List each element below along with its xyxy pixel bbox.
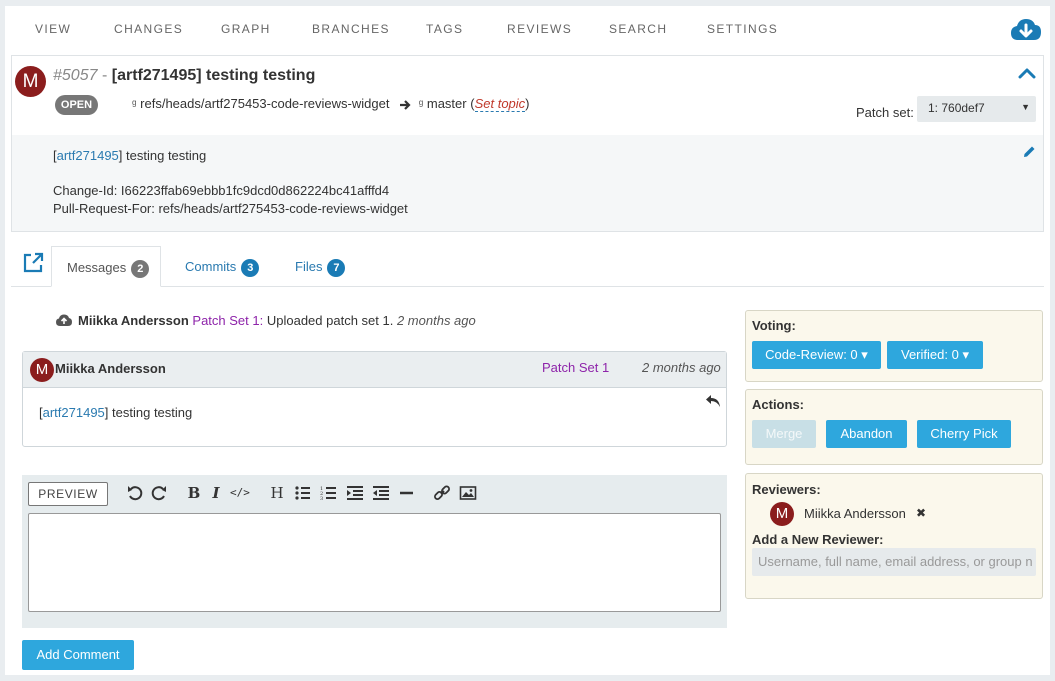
comment-editor: PREVIEW B I </> H 123 bbox=[22, 475, 727, 628]
redo-icon[interactable] bbox=[150, 484, 168, 502]
source-ref[interactable]: refs/heads/artf275453-code-reviews-widge… bbox=[140, 96, 389, 111]
code-review-button[interactable]: Code-Review: 0 ▾ bbox=[752, 341, 881, 369]
ref-link[interactable]: artf271495 bbox=[43, 405, 105, 420]
actions-panel: Actions: Merge Abandon Cherry Pick bbox=[745, 389, 1043, 465]
numbered-list-icon[interactable]: 123 bbox=[320, 484, 338, 502]
status-badge: OPEN bbox=[55, 95, 98, 115]
change-title: #5057 - [artf271495] testing testing bbox=[53, 67, 315, 85]
owner-avatar: M bbox=[15, 66, 46, 97]
message-time: 2 months ago bbox=[642, 360, 721, 375]
link-icon[interactable] bbox=[433, 484, 451, 502]
indent-icon[interactable] bbox=[346, 484, 364, 502]
change-id: Change-Id: I66223ffab69ebbb1fc9dcd0d8622… bbox=[53, 183, 390, 198]
change-header: M #5057 - [artf271495] testing testing O… bbox=[11, 55, 1044, 232]
title-separator: - bbox=[101, 67, 108, 84]
cloud-upload-icon bbox=[56, 314, 72, 326]
nav-reviews[interactable]: REVIEWS bbox=[507, 22, 572, 36]
set-topic-link[interactable]: Set topic bbox=[474, 96, 526, 112]
messages-count: 2 bbox=[131, 260, 150, 278]
reviewers-title: Reviewers: bbox=[752, 482, 821, 497]
merge-button: Merge bbox=[752, 420, 816, 448]
branch-icon: ᵍ bbox=[132, 97, 137, 111]
tab-commits[interactable]: Commits 3 bbox=[185, 246, 260, 287]
reviewer-name: Miikka Andersson bbox=[804, 506, 906, 521]
event-author: Miikka Andersson bbox=[78, 313, 189, 328]
app-frame: VIEW CHANGES GRAPH BRANCHES TAGS REVIEWS… bbox=[5, 6, 1050, 675]
commit-message: [artf271495] testing testing Change-Id: … bbox=[12, 135, 1043, 231]
nav-changes[interactable]: CHANGES bbox=[114, 22, 183, 36]
message-body: [artf271495] testing testing bbox=[39, 405, 193, 420]
pull-request-for: Pull-Request-For: refs/heads/artf275453-… bbox=[53, 201, 408, 216]
bullet-list-icon[interactable] bbox=[294, 484, 312, 502]
top-nav: VIEW CHANGES GRAPH BRANCHES TAGS REVIEWS… bbox=[5, 6, 1050, 54]
cherry-pick-button[interactable]: Cherry Pick bbox=[917, 420, 1011, 448]
cloud-download-icon[interactable] bbox=[1010, 16, 1042, 44]
reviewers-panel: Reviewers: M Miikka Andersson ✖ Add a Ne… bbox=[745, 473, 1043, 599]
nav-settings[interactable]: SETTINGS bbox=[707, 22, 778, 36]
files-count: 7 bbox=[327, 259, 346, 277]
caret-down-icon: ▾ bbox=[861, 347, 868, 362]
svg-text:3: 3 bbox=[320, 496, 323, 502]
avatar: M bbox=[770, 502, 794, 526]
reply-icon[interactable] bbox=[705, 394, 721, 408]
change-subject: [artf271495] testing testing bbox=[111, 67, 316, 84]
tab-files[interactable]: Files 7 bbox=[295, 246, 346, 287]
verified-button[interactable]: Verified: 0 ▾ bbox=[887, 341, 983, 369]
branch-info: ᵍ refs/heads/artf275453-code-reviews-wid… bbox=[132, 96, 530, 112]
nav-view[interactable]: VIEW bbox=[35, 22, 71, 36]
horizontal-rule-icon[interactable] bbox=[398, 484, 416, 502]
bold-icon[interactable]: B bbox=[185, 484, 203, 502]
branch-icon: ᵍ bbox=[418, 97, 424, 111]
caret-down-icon: ▾ bbox=[962, 347, 969, 362]
caret-down-icon: ▼ bbox=[1021, 102, 1030, 112]
external-link-icon[interactable] bbox=[22, 252, 44, 274]
event-line: Miikka Andersson Patch Set 1: Uploaded p… bbox=[56, 313, 476, 328]
abandon-button[interactable]: Abandon bbox=[826, 420, 907, 448]
outdent-icon[interactable] bbox=[372, 484, 390, 502]
patchset-select[interactable]: 1: 760def7 ▼ bbox=[917, 96, 1036, 122]
event-text: Uploaded patch set 1. bbox=[266, 313, 394, 328]
event-patchset: Patch Set 1: bbox=[192, 313, 264, 328]
ref-link[interactable]: artf271495 bbox=[57, 148, 119, 163]
message-card: M Miikka Andersson Patch Set 1 2 months … bbox=[22, 351, 727, 447]
target-ref[interactable]: master bbox=[427, 96, 467, 111]
commits-count: 3 bbox=[241, 259, 260, 277]
message-header: M Miikka Andersson Patch Set 1 2 months … bbox=[23, 352, 726, 388]
nav-branches[interactable]: BRANCHES bbox=[312, 22, 390, 36]
add-comment-button[interactable]: Add Comment bbox=[22, 640, 134, 670]
italic-icon[interactable]: I bbox=[207, 484, 225, 502]
reviewer-search-input[interactable]: Username, full name, email address, or g… bbox=[752, 548, 1036, 576]
message-author: Miikka Andersson bbox=[55, 361, 166, 376]
arrow-right-icon bbox=[400, 99, 411, 110]
tab-bar: Messages 2 Commits 3 Files 7 bbox=[11, 240, 1044, 287]
voting-title: Voting: bbox=[752, 318, 796, 333]
patchset-label: Patch set: bbox=[856, 105, 914, 120]
preview-button[interactable]: PREVIEW bbox=[28, 482, 108, 506]
change-number: #5057 bbox=[53, 67, 98, 84]
commit-title: [artf271495] testing testing bbox=[53, 148, 207, 163]
patchset-value: 1: 760def7 bbox=[928, 101, 985, 115]
code-icon[interactable]: </> bbox=[230, 484, 250, 502]
avatar: M bbox=[30, 358, 54, 382]
nav-search[interactable]: SEARCH bbox=[609, 22, 667, 36]
nav-graph[interactable]: GRAPH bbox=[221, 22, 271, 36]
voting-panel: Voting: Code-Review: 0 ▾ Verified: 0 ▾ bbox=[745, 310, 1043, 382]
chevron-up-icon[interactable] bbox=[1018, 66, 1036, 80]
image-icon[interactable] bbox=[459, 484, 477, 502]
event-time: 2 months ago bbox=[396, 313, 476, 328]
tab-messages[interactable]: Messages 2 bbox=[51, 246, 161, 287]
pencil-icon[interactable] bbox=[1023, 145, 1036, 158]
nav-tags[interactable]: TAGS bbox=[426, 22, 463, 36]
change-summary: M #5057 - [artf271495] testing testing O… bbox=[12, 56, 1043, 135]
remove-reviewer-icon[interactable]: ✖ bbox=[916, 506, 926, 520]
comment-textarea[interactable] bbox=[28, 513, 721, 612]
actions-title: Actions: bbox=[752, 397, 804, 412]
message-patchset[interactable]: Patch Set 1 bbox=[542, 360, 609, 375]
heading-icon[interactable]: H bbox=[268, 484, 286, 502]
undo-icon[interactable] bbox=[126, 484, 144, 502]
add-reviewer-title: Add a New Reviewer: bbox=[752, 532, 884, 547]
